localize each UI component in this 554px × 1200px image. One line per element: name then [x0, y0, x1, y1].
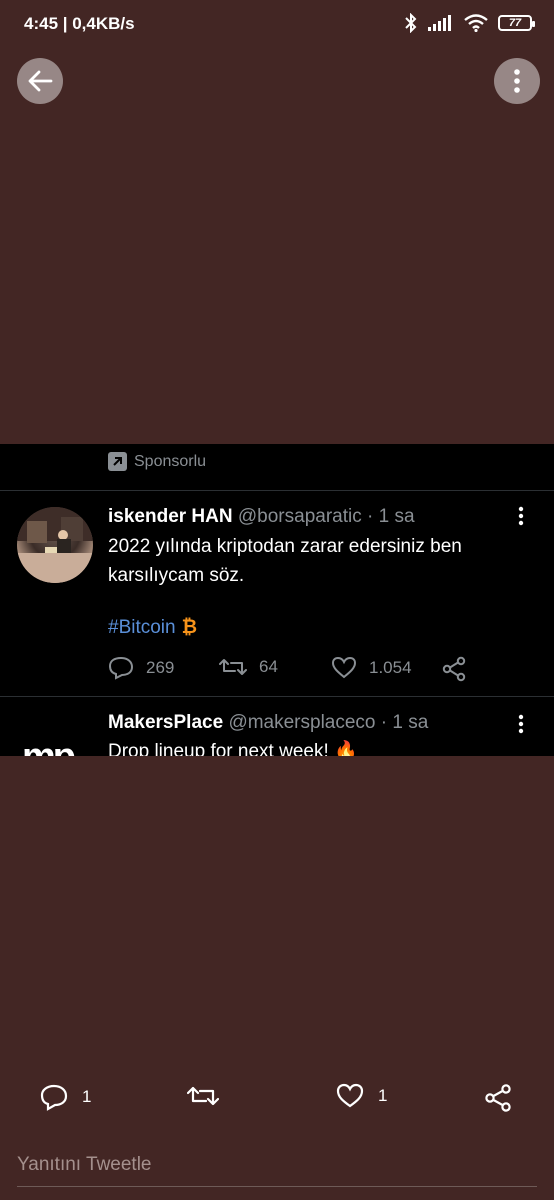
- more-vertical-icon: [518, 714, 524, 734]
- signal-icon: [428, 15, 451, 31]
- author-meta: @makersplaceco · 1 sa: [228, 712, 429, 733]
- divider: [0, 696, 554, 697]
- status-icons: 77: [404, 13, 535, 33]
- reply-count: 269: [146, 658, 175, 677]
- reply-icon: [108, 656, 134, 680]
- like-count: 1.054: [369, 658, 412, 677]
- reply-icon: [40, 1084, 68, 1111]
- promoted-text: Sponsorlu: [134, 452, 207, 470]
- retweet-icon: [187, 1086, 219, 1106]
- author-meta: @borsaparatic · 1 sa: [237, 506, 415, 527]
- tweet-more-button[interactable]: [518, 714, 524, 739]
- like-count: 1: [378, 1086, 388, 1105]
- retweet-button[interactable]: [187, 1083, 219, 1109]
- bottom-action-bar: 1 1: [0, 1083, 554, 1119]
- tweet-card: Sponsorlu iskender HAN @borsaparatic · 1…: [0, 444, 554, 756]
- like-button[interactable]: 1: [336, 1083, 387, 1109]
- bitcoin-icon: ₿: [181, 617, 198, 638]
- avatar[interactable]: [17, 507, 93, 583]
- more-vertical-icon: [518, 506, 524, 526]
- share-icon: [442, 656, 466, 682]
- avatar[interactable]: mp: [22, 736, 76, 756]
- wifi-icon: [464, 14, 488, 32]
- reply-count: 1: [82, 1087, 92, 1106]
- share-button[interactable]: [441, 656, 467, 682]
- reply-button[interactable]: 1: [40, 1083, 91, 1111]
- heart-icon: [331, 656, 357, 679]
- author-name[interactable]: MakersPlace: [108, 712, 223, 733]
- tweet-text: 2022 yılında kriptodan zarar edersiniz b…: [108, 536, 462, 586]
- share-button[interactable]: [484, 1083, 512, 1113]
- arrow-left-icon: [28, 70, 53, 92]
- retweet-button[interactable]: 64: [219, 656, 278, 678]
- more-vertical-icon: [514, 69, 520, 93]
- back-button[interactable]: [17, 58, 63, 104]
- like-button[interactable]: 1.054: [331, 656, 412, 680]
- hashtag-text[interactable]: #Bitcoin: [108, 617, 176, 639]
- promoted-arrow-icon: [108, 452, 127, 471]
- reply-input[interactable]: Yanıtını Tweetle: [17, 1152, 537, 1187]
- more-options-button[interactable]: [494, 58, 540, 104]
- bluetooth-icon: [405, 13, 417, 33]
- divider: [0, 490, 554, 491]
- retweet-icon: [219, 659, 247, 675]
- author-name[interactable]: iskender HAN: [108, 506, 233, 527]
- battery-icon: 77: [498, 15, 535, 31]
- status-bar: 4:45 | 0,4KB/s 77: [0, 0, 554, 50]
- hashtag-link[interactable]: #Bitcoin ₿: [108, 617, 197, 639]
- status-time: 4:45 | 0,4KB/s: [24, 14, 135, 33]
- tweet-header: iskender HAN @borsaparatic · 1 sa: [108, 506, 415, 528]
- promoted-label: Sponsorlu: [108, 452, 206, 471]
- tweet-more-button[interactable]: [518, 506, 524, 531]
- share-icon: [485, 1084, 511, 1112]
- tweet-actions: 269 64 1.054: [108, 656, 488, 686]
- heart-icon: [336, 1083, 364, 1108]
- retweet-count: 64: [259, 657, 278, 676]
- tweet-header: MakersPlace @makersplaceco · 1 sa: [108, 712, 428, 734]
- reply-button[interactable]: 269: [108, 656, 174, 680]
- tweet-text: Drop lineup for next week! 🔥: [108, 741, 358, 756]
